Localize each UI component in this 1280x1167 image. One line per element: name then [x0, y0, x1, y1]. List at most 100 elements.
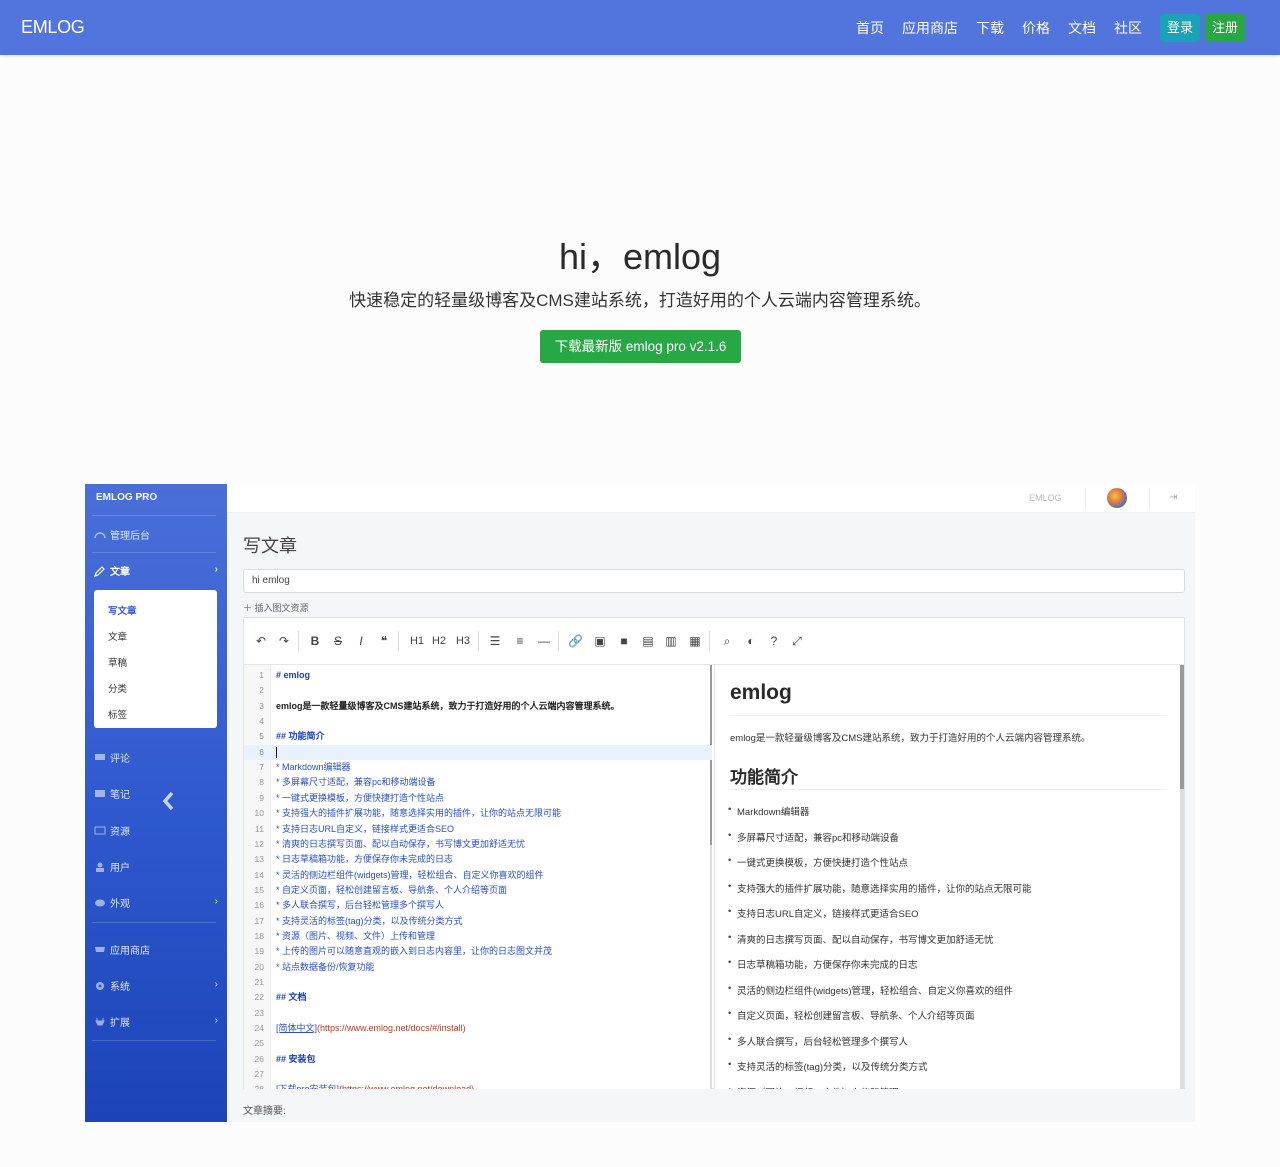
preview-icon[interactable]: ◐ [744, 634, 758, 648]
sidebar-item-label: 扩展 [110, 1017, 130, 1029]
nav-app-store[interactable]: 应用商店 [902, 18, 958, 38]
horizontal-rule-icon[interactable]: — [537, 634, 551, 648]
code-line[interactable]: 10 * 支持强大的插件扩展功能，随意选择实用的插件，让你的站点无限可能 [244, 806, 712, 821]
plug-icon [94, 1017, 106, 1026]
submenu-drafts[interactable]: 草稿 [108, 655, 127, 669]
code-line[interactable]: 12 * 清爽的日志撰写页面、配以自动保存，书写博文更加舒适无忧 [244, 837, 712, 852]
fullscreen-icon[interactable]: ⤢ [790, 634, 804, 648]
editor-toolbar: ↶ ↷ B S I ❝ H1 H2 H3 ☰ ≡ — 🔗 ▣ ■ ▤ ▥ ▦ ⌕ ◐? ⤢ [244, 618, 1184, 665]
code-line[interactable]: 16 * 多人联合撰写，后台轻松管理多个撰写人 [244, 898, 712, 913]
chevron-left-icon[interactable] [159, 790, 179, 812]
nav-download[interactable]: 下载 [976, 18, 1004, 38]
code-line[interactable]: 8 * 多屏幕尺寸适配，兼容pc和移动端设备 [244, 775, 712, 790]
sidebar-item-articles[interactable]: 文章 › [94, 561, 218, 579]
sidebar-item-system[interactable]: 系统 › [94, 976, 218, 994]
insert-resource-link[interactable]: ＋ 插入图文资源 [243, 601, 309, 614]
nav-pricing[interactable]: 价格 [1022, 18, 1050, 38]
submenu-categories[interactable]: 分类 [108, 681, 127, 695]
preview-scrollbar-thumb[interactable] [1180, 665, 1184, 789]
code-text: * 灵活的侧边栏组件(widgets)管理，轻松组合、自定义你喜欢的组件 [276, 869, 544, 880]
code-line[interactable]: 26 ## 安装包 [244, 1052, 712, 1067]
sidebar-item-dashboard[interactable]: 管理后台 [94, 525, 218, 543]
code-line[interactable]: 1 # emlog [244, 668, 712, 683]
preview-list-item: 支持强大的插件扩展功能，随意选择实用的插件，让你的站点无限可能 [728, 881, 1032, 895]
preview-subheading: 功能简介 [730, 768, 798, 787]
code-line[interactable]: 17 * 支持灵活的标签(tag)分类，以及传统分类方式 [244, 914, 712, 929]
submenu-articles[interactable]: 文章 [108, 629, 127, 643]
code-text: [简体中文] [276, 1023, 318, 1034]
h1-button[interactable]: H1 [408, 634, 426, 648]
nav-home[interactable]: 首页 [856, 18, 884, 38]
code-line[interactable]: 14 * 灵活的侧边栏组件(widgets)管理，轻松组合、自定义你喜欢的组件 [244, 868, 712, 883]
code-line-text: * 站点数据备份/恢复功能 [276, 960, 375, 975]
h3-button[interactable]: H3 [454, 634, 472, 648]
topbar-divider [1149, 488, 1150, 510]
code-line[interactable]: 11 * 支持日志URL自定义，链接样式更适合SEO [244, 822, 712, 837]
line-number: 6 [259, 746, 264, 757]
file-alt-icon[interactable]: ▥ [665, 634, 677, 648]
editor-code-pane[interactable]: 1 # emlog 2 3 emlog是一款轻量级博客及CMS建站系统，致力于打造好用的… [244, 665, 712, 1089]
h2-button[interactable]: H2 [430, 634, 448, 648]
ordered-list-icon[interactable]: ≡ [513, 634, 527, 648]
article-title-input[interactable]: hi emlog [243, 569, 1185, 593]
code-line[interactable]: 6 [244, 744, 712, 760]
register-button[interactable]: 注册 [1205, 13, 1245, 42]
nav-docs[interactable]: 文档 [1068, 18, 1096, 38]
markdown-editor: ↶ ↷ B S I ❝ H1 H2 H3 ☰ ≡ — 🔗 ▣ ■ ▤ ▥ ▦ ⌕ ◐? ⤢ 1 # emlog 2 3 emlo… [243, 617, 1185, 1089]
code-line[interactable]: 22 ## 文档 [244, 990, 712, 1005]
quote-icon[interactable]: ❝ [377, 634, 391, 648]
code-line[interactable]: 19 * 上传的图片可以随意直观的嵌入到日志内容里，让你的日志图文并茂 [244, 944, 712, 959]
redo-icon[interactable]: ↷ [277, 634, 291, 648]
search-icon[interactable]: ⌕ [720, 634, 734, 648]
code-line[interactable]: 23 [244, 1006, 712, 1021]
code-line[interactable]: 27 [244, 1067, 712, 1082]
help-icon[interactable]: ? [767, 634, 781, 648]
sidebar-item-app-store[interactable]: 应用商店 [94, 940, 218, 958]
admin-sidebar: EMLOG PRO 管理后台 文章 › 写文章 文章 草稿 分类 标签 评论 笔… [85, 484, 227, 1122]
code-line[interactable]: 20 * 站点数据备份/恢复功能 [244, 960, 712, 975]
code-line-text: * 资源（图片、视频、文件）上传和管理 [276, 929, 435, 944]
undo-icon[interactable]: ↶ [254, 634, 268, 648]
code-line[interactable]: 4 [244, 714, 712, 729]
site-logo[interactable]: EMLOG [21, 17, 85, 38]
code-line[interactable]: 5 ## 功能简介 [244, 729, 712, 744]
code-line[interactable]: 3 emlog是一款轻量级博客及CMS建站系统，致力于打造好用的个人云端内容管理系… [244, 699, 712, 714]
login-button[interactable]: 登录 [1160, 13, 1200, 42]
avatar[interactable] [1107, 488, 1127, 508]
code-line[interactable]: 2 [244, 683, 712, 698]
submenu-tags[interactable]: 标签 [108, 707, 127, 721]
italic-icon[interactable]: I [355, 634, 367, 648]
code-line[interactable]: 24 [简体中文](https://www.emlog.net/docs/#/in… [244, 1021, 712, 1036]
code-line[interactable]: 9 * 一键式更换模板，方便快捷打造个性站点 [244, 791, 712, 806]
unordered-list-icon[interactable]: ☰ [488, 634, 502, 648]
nav-community[interactable]: 社区 [1114, 18, 1142, 38]
code-line[interactable]: 18 * 资源（图片、视频、文件）上传和管理 [244, 929, 712, 944]
sidebar-item-extensions[interactable]: 扩展 › [94, 1012, 218, 1030]
code-line[interactable]: 21 [244, 975, 712, 990]
sidebar-item-appearance[interactable]: 外观 › [94, 893, 218, 911]
image-icon[interactable]: ▣ [593, 634, 607, 648]
sidebar-item-comments[interactable]: 评论 [94, 748, 218, 766]
download-latest-button[interactable]: 下载最新版 emlog pro v2.1.6 [540, 330, 741, 363]
sidebar-item-notes[interactable]: 笔记 [94, 784, 218, 802]
logout-icon[interactable]: ⇥ [1169, 492, 1177, 503]
code-text: * 一键式更换模板，方便快捷打造个性站点 [276, 792, 445, 803]
code-line[interactable]: 15 * 自定义页面，轻松创建留言板、导航条、个人介绍等页面 [244, 883, 712, 898]
table-icon[interactable]: ▦ [688, 634, 702, 648]
video-icon[interactable]: ■ [617, 634, 631, 648]
sidebar-item-resources[interactable]: 资源 [94, 821, 218, 839]
bold-icon[interactable]: B [309, 634, 321, 648]
sidebar-item-users[interactable]: 用户 [94, 857, 218, 875]
strikethrough-icon[interactable]: S [332, 634, 344, 648]
code-line[interactable]: 7 * Markdown编辑器 [244, 760, 712, 775]
file-icon[interactable]: ▤ [642, 634, 654, 648]
code-line[interactable]: 13 * 日志草稿箱功能，方便保存你未完成的日志 [244, 852, 712, 867]
link-icon[interactable]: 🔗 [568, 634, 583, 648]
code-line[interactable]: 25 [244, 1036, 712, 1051]
code-line-text: * 上传的图片可以随意直观的嵌入到日志内容里，让你的日志图文并茂 [276, 944, 552, 959]
admin-topbar: EMLOG ⇥ [227, 484, 1195, 513]
code-line[interactable]: 28 [下载pro安装包](https://www.emlog.net/downl… [244, 1082, 712, 1089]
editor-preview-pane: emlog emlog是一款轻量级博客及CMS建站系统，致力于打造好用的个人云端… [714, 665, 1184, 1089]
submenu-write-article[interactable]: 写文章 [108, 603, 137, 617]
code-line-text: * 支持日志URL自定义，链接样式更适合SEO [276, 822, 454, 837]
